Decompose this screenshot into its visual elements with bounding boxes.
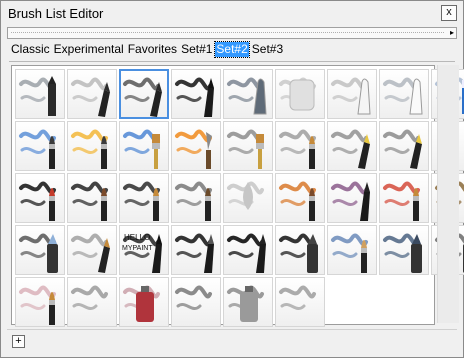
purple-oil-brush-icon-graphic — [331, 181, 370, 221]
gray-wash-brush-icon[interactable] — [275, 121, 325, 171]
oil-orange-brush-icon[interactable] — [275, 173, 325, 223]
pencil-hatching-icon-graphic — [331, 129, 370, 169]
ink-ribbon-pen-icon[interactable] — [171, 225, 221, 275]
toolbar-arrow-icon[interactable]: ▸ — [450, 28, 454, 37]
silver-spray-can-icon-graphic — [227, 285, 264, 322]
airbrush-gray-icon[interactable] — [171, 173, 221, 223]
gray-spray-dots-icon[interactable] — [171, 277, 221, 327]
soft-eraser-icon-graphic — [279, 77, 316, 111]
pencil-smudge-icon[interactable] — [67, 69, 117, 119]
black-blob-marker-icon-graphic — [279, 233, 318, 273]
navy-marker-icon[interactable] — [379, 225, 429, 275]
purple-oil-brush-icon[interactable] — [327, 173, 377, 223]
graphite-stick-icon-graphic — [227, 77, 267, 115]
pencil-sketch-eye-icon[interactable] — [119, 69, 169, 119]
pencil-smudge-icon-graphic — [71, 77, 110, 117]
soft-gray-blur-icon-graphic — [227, 181, 264, 210]
gray-marker-strokes-icon-graphic — [19, 233, 58, 273]
soft-gray-blur-icon[interactable] — [223, 173, 273, 223]
gray-marker-strokes-icon[interactable] — [15, 225, 65, 275]
tab-favorites[interactable]: Favorites — [127, 42, 178, 57]
gray-swirl-pencil-icon-graphic — [71, 233, 110, 273]
tab-set-2[interactable]: Set#2 — [214, 41, 250, 58]
charcoal-smear-icon[interactable] — [15, 69, 65, 119]
ink-calligraphy-pen-icon-graphic — [227, 233, 266, 273]
soft-smoke-icon[interactable] — [275, 277, 325, 327]
pink-soft-brush-icon[interactable] — [15, 277, 65, 327]
ink-calligraphy-pen-icon[interactable] — [223, 225, 273, 275]
toolbar-strip[interactable]: ▸ — [7, 27, 457, 39]
tab-set-3[interactable]: Set#3 — [251, 42, 284, 57]
yellow-watercolor-icon[interactable] — [67, 121, 117, 171]
blue-watercolor-icon-graphic — [19, 129, 56, 169]
brush-grid: HELLO MYPAINT — [11, 65, 464, 327]
red-spray-can-icon[interactable] — [119, 277, 169, 327]
toolbar-grip — [11, 32, 444, 33]
crosshatch-pencil-icon[interactable] — [379, 121, 429, 171]
gray-zigzag-brush-icon-graphic — [227, 129, 264, 169]
orange-palette-knife-icon[interactable] — [171, 121, 221, 171]
ink-cube-sketch-icon[interactable] — [171, 69, 221, 119]
blue-flat-brush-icon[interactable] — [119, 121, 169, 171]
black-blob-marker-icon[interactable] — [275, 225, 325, 275]
pencil-sketch-eye-icon-graphic — [123, 77, 162, 117]
pink-soft-brush-icon-graphic — [19, 285, 56, 325]
divider — [9, 61, 455, 62]
tab-set-1[interactable]: Set#1 — [180, 42, 213, 57]
tab-experimental[interactable]: Experimental — [53, 42, 125, 57]
ink-loop-brush-icon-graphic — [123, 181, 160, 221]
crosshatch-pencil-icon-graphic — [383, 129, 422, 169]
pencil-hatching-icon[interactable] — [327, 121, 377, 171]
blue-felt-marker-icon[interactable] — [327, 225, 377, 275]
yellow-watercolor-icon-graphic — [71, 129, 108, 169]
ink-cube-sketch-icon-graphic — [175, 77, 214, 117]
airbrush-gray-icon-graphic — [175, 181, 212, 221]
gray-spray-dots-icon-graphic — [175, 285, 212, 311]
soft-smoke-icon-graphic — [279, 285, 316, 311]
silver-spray-can-icon[interactable] — [223, 277, 273, 327]
footer-divider — [7, 329, 457, 330]
ink-scribble-brush-icon[interactable] — [67, 173, 117, 223]
gray-swirl-pencil-icon[interactable] — [67, 225, 117, 275]
ink-swirl-brush-icon[interactable] — [15, 173, 65, 223]
red-oil-brush-icon[interactable] — [379, 173, 429, 223]
tab-classic[interactable]: Classic — [10, 42, 51, 57]
gray-zigzag-brush-icon[interactable] — [223, 121, 273, 171]
speckle-spray-icon[interactable] — [67, 277, 117, 327]
blue-flat-brush-icon-graphic — [123, 129, 160, 169]
ink-swirl-brush-icon-graphic — [19, 181, 56, 221]
ink-loop-brush-icon[interactable] — [119, 173, 169, 223]
white-chalk-icon[interactable] — [379, 69, 429, 119]
graphite-stick-icon[interactable] — [223, 69, 273, 119]
chalk-stick-icon[interactable] — [327, 69, 377, 119]
vertical-scrollbar[interactable] — [437, 65, 459, 323]
speckle-spray-icon-graphic — [71, 285, 108, 311]
red-spray-can-icon-graphic — [123, 285, 160, 322]
hello-mypaint-pen-icon-graphic: HELLO MYPAINT — [122, 233, 162, 273]
chalk-stick-icon-graphic — [331, 77, 371, 115]
close-button[interactable]: x — [441, 5, 457, 21]
white-chalk-icon-graphic — [383, 77, 423, 115]
hello-mypaint-pen-icon[interactable]: HELLO MYPAINT — [119, 225, 169, 275]
svg-text:MYPAINT: MYPAINT — [122, 245, 153, 252]
brush-set-tabs: Classic Experimental Favorites Set#1 Set#2 Se… — [10, 41, 286, 58]
blue-felt-marker-icon-graphic — [331, 233, 368, 273]
gray-wash-brush-icon-graphic — [279, 129, 316, 169]
ink-scribble-brush-icon-graphic — [71, 181, 108, 221]
charcoal-smear-icon-graphic — [19, 76, 56, 116]
oil-orange-brush-icon-graphic — [279, 181, 316, 221]
orange-palette-knife-icon-graphic — [175, 129, 212, 169]
window-title: Brush List Editor — [8, 6, 104, 21]
red-oil-brush-icon-graphic — [383, 181, 420, 221]
blue-watercolor-icon[interactable] — [15, 121, 65, 171]
brush-list-editor-window: Brush List Editor x ▸ Classic Experimenta… — [0, 0, 464, 358]
svg-text:HELLO: HELLO — [124, 233, 150, 242]
title-bar: Brush List Editor x — [1, 1, 463, 25]
soft-eraser-icon[interactable] — [275, 69, 325, 119]
add-brush-button[interactable]: + — [12, 335, 25, 348]
navy-marker-icon-graphic — [383, 233, 422, 273]
ink-ribbon-pen-icon-graphic — [175, 233, 214, 273]
